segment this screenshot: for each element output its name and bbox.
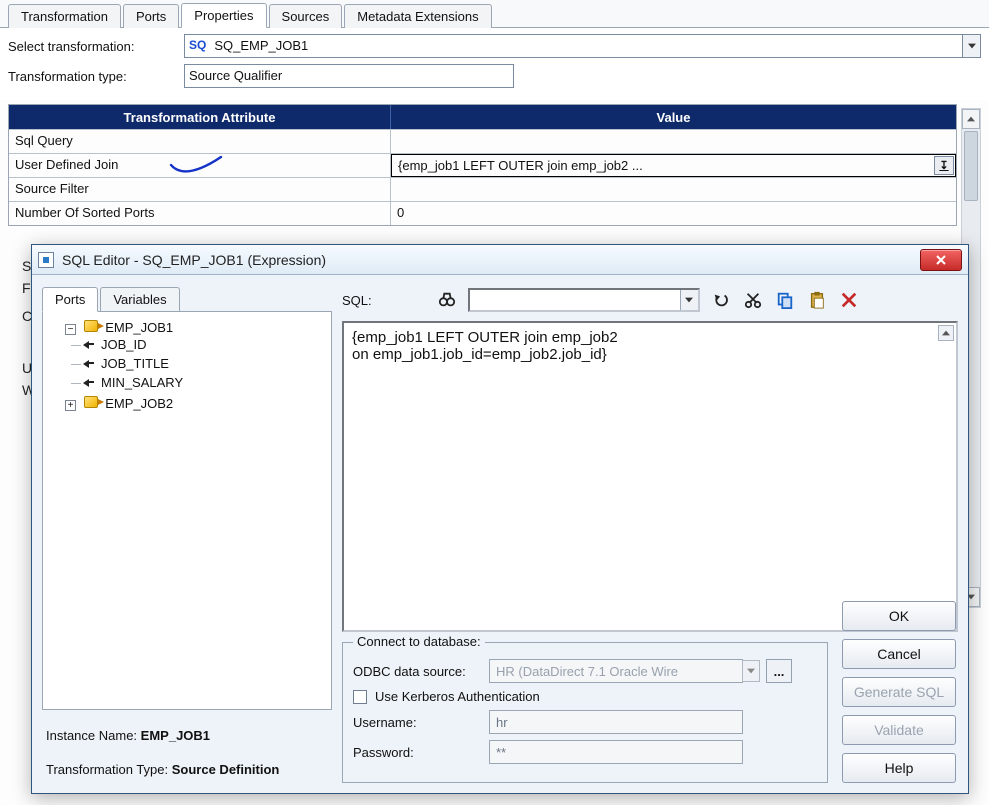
- window-icon: [38, 252, 54, 268]
- odbc-data-source-field[interactable]: HR (DataDirect 7.1 Oracle Wire: [489, 659, 743, 683]
- tab-ports-inner[interactable]: Ports: [42, 287, 98, 312]
- tab-variables-inner[interactable]: Variables: [100, 287, 179, 311]
- sql-label: SQL:: [342, 293, 372, 308]
- tab-metadata-extensions[interactable]: Metadata Extensions: [344, 4, 491, 28]
- grid-header-attribute: Transformation Attribute: [9, 105, 391, 129]
- grid-val-sorted-ports[interactable]: 0: [391, 202, 956, 225]
- checkmark-annotation-icon: [169, 155, 225, 177]
- port-arrow-icon: [83, 339, 95, 349]
- tab-sources[interactable]: Sources: [269, 4, 343, 28]
- delete-x-icon[interactable]: [838, 289, 860, 311]
- tree-node-emp-job1[interactable]: − EMP_JOB1 JOB_ID JOB_TITLE MIN_SALARY: [65, 318, 327, 394]
- tab-ports[interactable]: Ports: [123, 4, 179, 28]
- binoculars-icon[interactable]: [436, 289, 458, 311]
- tree-node-job-title[interactable]: JOB_TITLE: [83, 354, 327, 373]
- browse-button[interactable]: ...: [766, 659, 792, 683]
- ports-variables-tabs: Ports Variables: [42, 285, 332, 311]
- validate-button[interactable]: Validate: [842, 715, 956, 745]
- grid-val-user-defined-join[interactable]: {emp_job1 LEFT OUTER join emp_job2 ... ↧: [391, 154, 956, 177]
- select-transformation-label: Select transformation:: [8, 39, 184, 54]
- tree-node-job-id[interactable]: JOB_ID: [83, 335, 327, 354]
- grid-attr-sorted-ports: Number Of Sorted Ports: [9, 202, 391, 225]
- transformation-type-value: Source Qualifier: [185, 65, 513, 87]
- sql-editor-dialog: SQL Editor - SQ_EMP_JOB1 (Expression) Po…: [31, 244, 969, 794]
- transformation-type-label: Transformation type:: [8, 69, 184, 84]
- chevron-down-icon[interactable]: [680, 290, 698, 310]
- transformation-type-field: Source Qualifier: [184, 64, 514, 88]
- scroll-thumb[interactable]: [964, 131, 978, 201]
- grid-header-value: Value: [391, 105, 956, 129]
- connect-legend: Connect to database:: [353, 634, 485, 649]
- open-editor-button[interactable]: ↧: [934, 156, 954, 175]
- copy-icon[interactable]: [774, 289, 796, 311]
- odbc-label: ODBC data source:: [353, 664, 489, 679]
- tab-properties[interactable]: Properties: [181, 3, 266, 28]
- scroll-up-icon[interactable]: [962, 109, 980, 129]
- help-button[interactable]: Help: [842, 753, 956, 783]
- username-field[interactable]: hr: [489, 710, 743, 734]
- username-label: Username:: [353, 715, 489, 730]
- paste-icon[interactable]: [806, 289, 828, 311]
- cut-icon[interactable]: [742, 289, 764, 311]
- password-field[interactable]: **: [489, 740, 743, 764]
- port-arrow-icon: [83, 377, 95, 387]
- grid-val-sql-query[interactable]: [391, 130, 956, 153]
- folder-arrow-icon: [84, 396, 98, 408]
- port-arrow-icon: [83, 358, 95, 368]
- grid-attr-user-defined-join: User Defined Join: [9, 154, 391, 177]
- transformation-type-row: Transformation Type: Source Definition: [46, 758, 328, 781]
- grid-val-source-filter[interactable]: [391, 178, 956, 201]
- grid-attr-source-filter: Source Filter: [9, 178, 391, 201]
- tab-transformation[interactable]: Transformation: [8, 4, 121, 28]
- folder-arrow-icon: [84, 320, 98, 332]
- ok-button[interactable]: OK: [842, 601, 956, 631]
- chevron-down-icon[interactable]: [962, 35, 980, 57]
- kerberos-label: Use Kerberos Authentication: [375, 689, 540, 704]
- collapse-icon[interactable]: −: [65, 324, 76, 335]
- cancel-button[interactable]: Cancel: [842, 639, 956, 669]
- select-transformation-field[interactable]: SQ SQ_EMP_JOB1: [184, 34, 981, 58]
- dialog-titlebar[interactable]: SQL Editor - SQ_EMP_JOB1 (Expression): [32, 245, 968, 275]
- grid-attr-sql-query: Sql Query: [9, 130, 391, 153]
- property-grid: Transformation Attribute Value Sql Query…: [8, 104, 957, 226]
- sql-textarea[interactable]: {emp_job1 LEFT OUTER join emp_job2 on em…: [342, 321, 958, 632]
- connect-to-database-group: Connect to database: ODBC data source: H…: [342, 642, 828, 783]
- chevron-down-icon[interactable]: [742, 660, 760, 682]
- instance-name-row: Instance Name: EMP_JOB1: [46, 724, 328, 747]
- generate-sql-button[interactable]: Generate SQL: [842, 677, 956, 707]
- properties-tab-strip: Transformation Ports Properties Sources …: [0, 0, 989, 28]
- sql-toolbar: SQL:: [342, 285, 958, 315]
- select-transformation-value: SQ_EMP_JOB1: [210, 35, 962, 57]
- kerberos-row[interactable]: Use Kerberos Authentication: [353, 689, 817, 704]
- close-button[interactable]: [920, 249, 962, 271]
- sq-icon: SQ: [185, 35, 210, 57]
- password-label: Password:: [353, 745, 489, 760]
- search-input[interactable]: [470, 290, 680, 310]
- tree-node-emp-job2[interactable]: + EMP_JOB2: [65, 394, 327, 413]
- undo-icon[interactable]: [710, 289, 732, 311]
- dialog-title: SQL Editor - SQ_EMP_JOB1 (Expression): [62, 252, 920, 268]
- ports-tree[interactable]: − EMP_JOB1 JOB_ID JOB_TITLE MIN_SALARY +…: [42, 311, 332, 710]
- kerberos-checkbox[interactable]: [353, 690, 367, 704]
- expand-icon[interactable]: +: [65, 400, 76, 411]
- tree-node-min-salary[interactable]: MIN_SALARY: [83, 373, 327, 392]
- search-combo[interactable]: [468, 288, 700, 312]
- scroll-up-icon[interactable]: [938, 325, 954, 341]
